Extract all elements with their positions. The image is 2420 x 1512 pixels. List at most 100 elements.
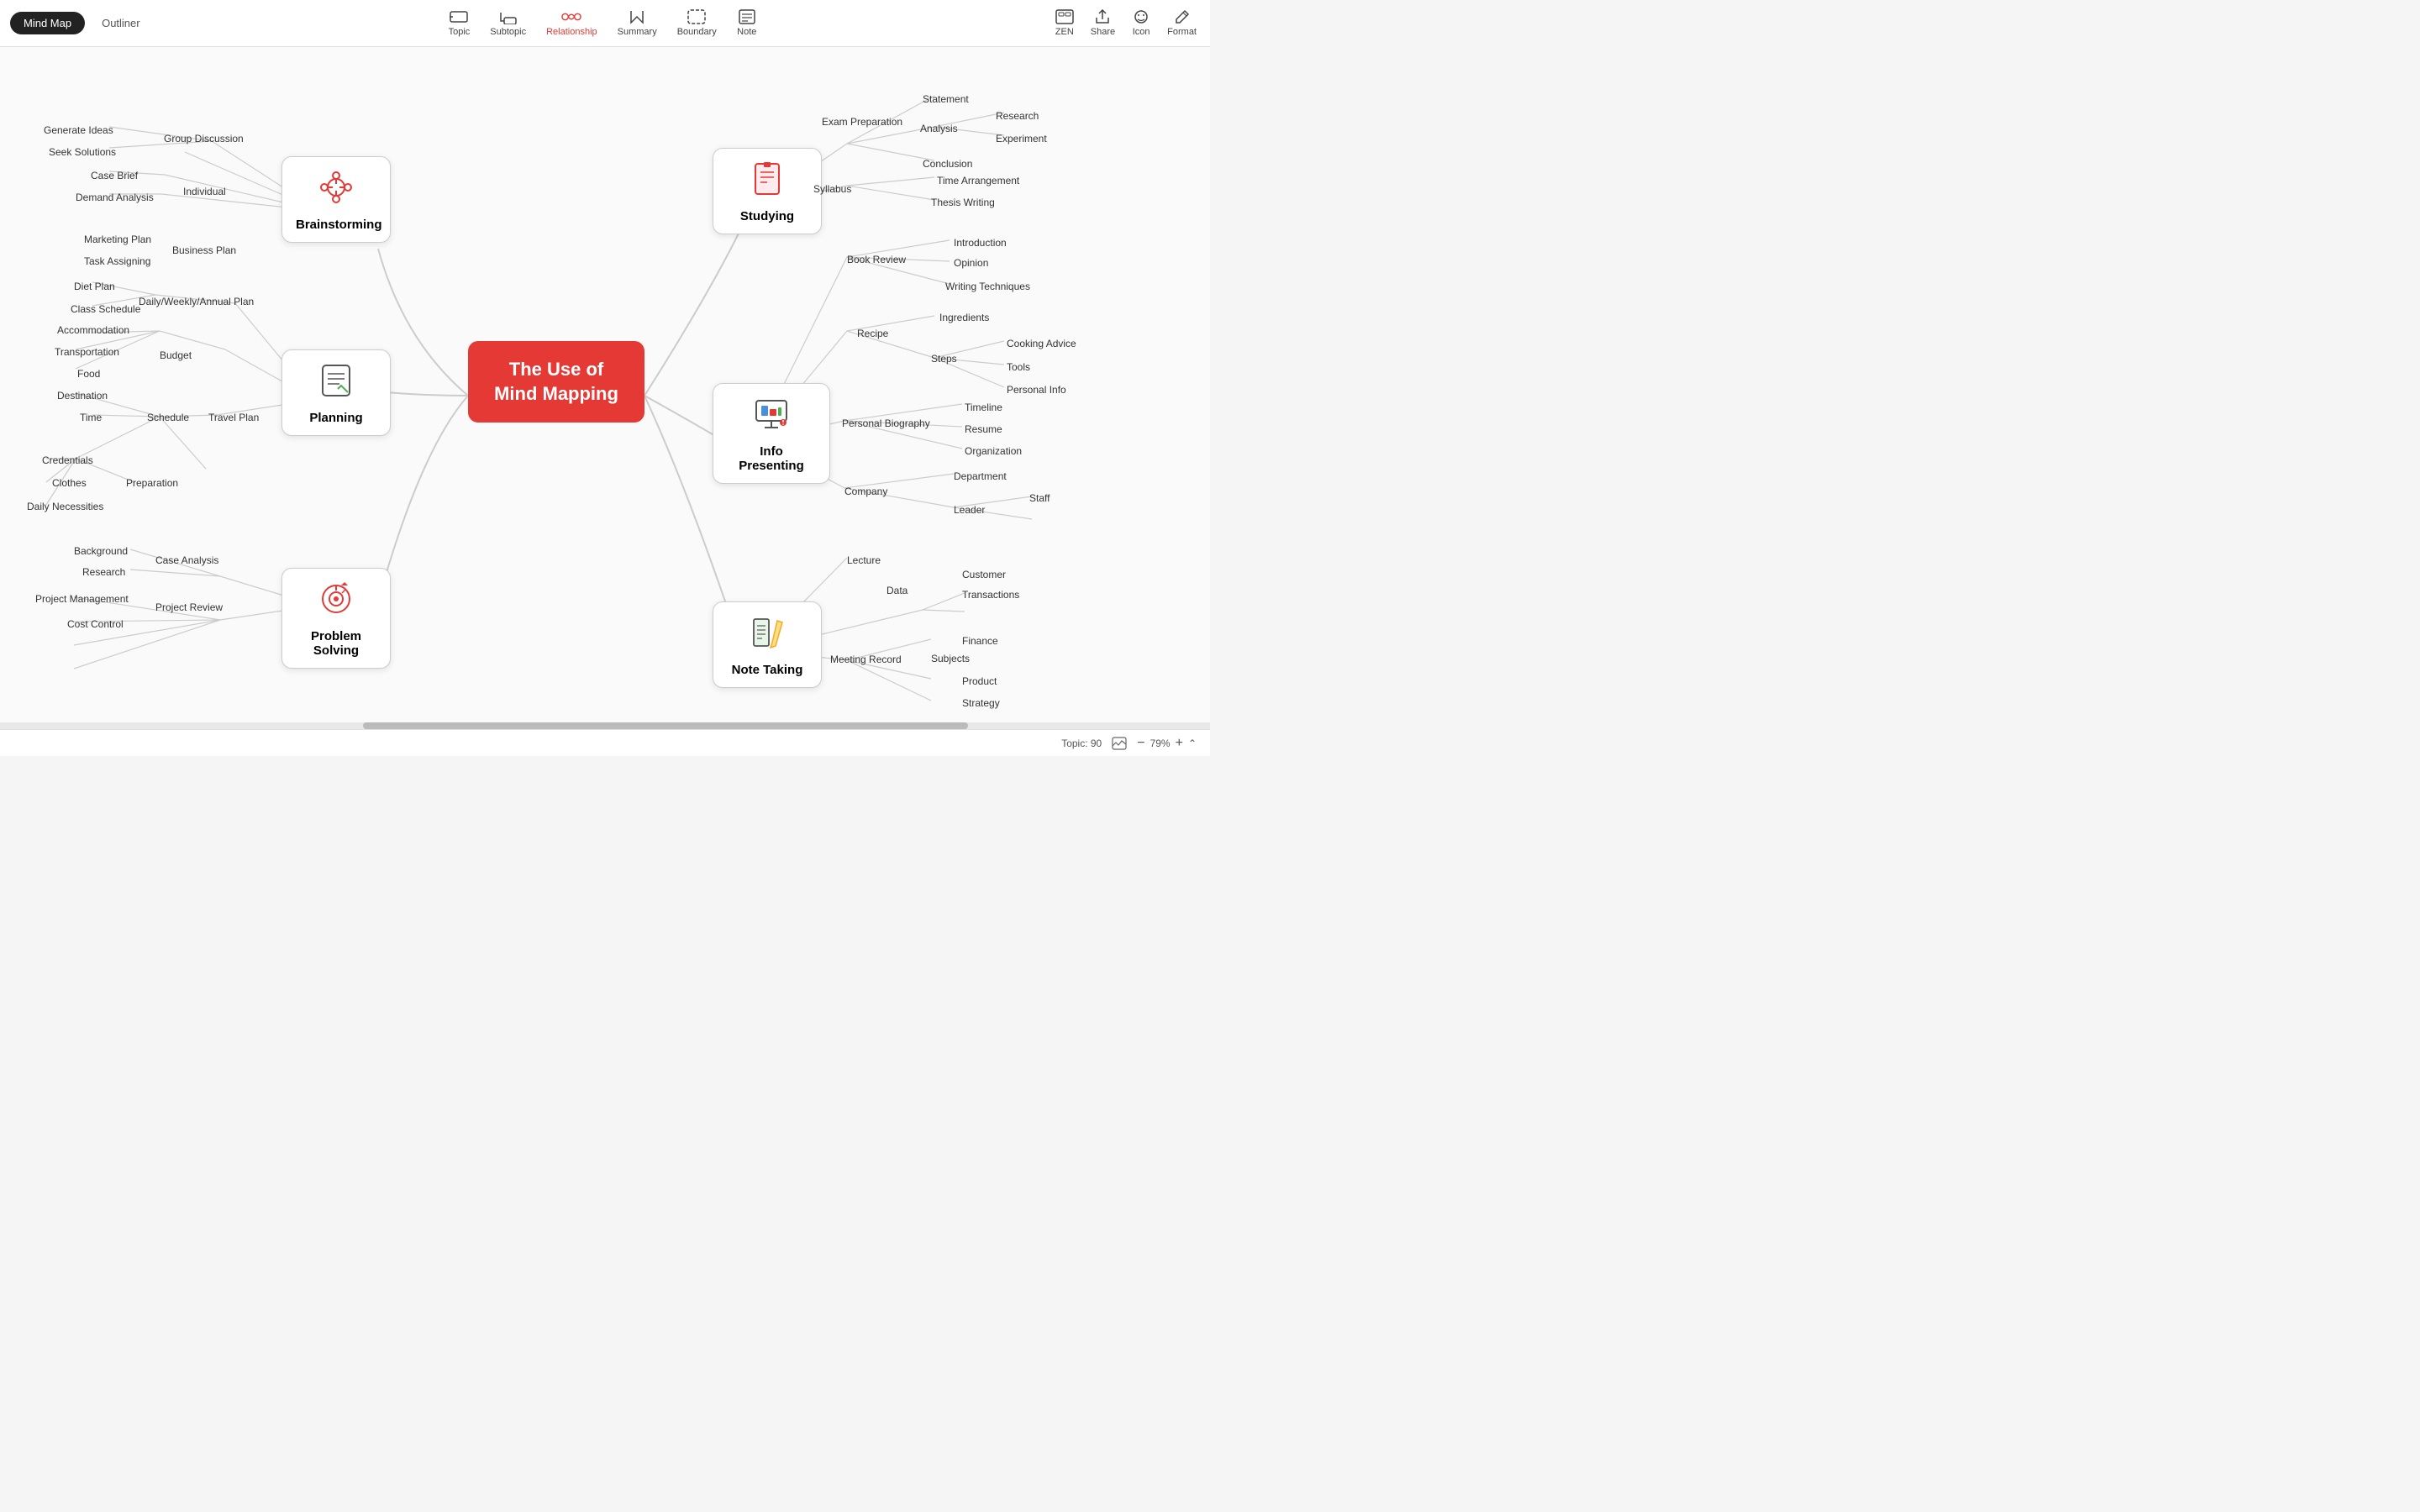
tool-note[interactable]: Note: [737, 9, 757, 37]
leaf-generate-ideas: Generate Ideas: [44, 124, 113, 136]
leaf-case-analysis: Case Analysis: [155, 554, 218, 566]
leaf-destination: Destination: [57, 390, 108, 402]
tool-summary[interactable]: Summary: [618, 9, 657, 37]
tool-zen-label: ZEN: [1055, 27, 1074, 37]
zoom-plus[interactable]: +: [1176, 736, 1183, 751]
leaf-tools: Personal Info: [1007, 384, 1066, 396]
mid-organization: Company: [844, 486, 887, 497]
leaf-transportation: Transportation: [55, 346, 119, 358]
leaf-class-schedule: Class Schedule: [71, 303, 140, 315]
leaf-resume: Organization: [965, 445, 1022, 457]
tool-note-label: Note: [737, 27, 756, 37]
mid-subjects: Subjects: [931, 653, 970, 664]
mid-book-review: Book Review: [847, 254, 906, 265]
leaf-accommodation: Accommodation: [57, 324, 129, 336]
view-tabs: Mind Map Outliner: [0, 12, 164, 34]
leaf-travel-plan: Travel Plan: [208, 412, 259, 423]
branch-info-presenting[interactable]: Info Presenting: [713, 383, 830, 484]
topic-count: Topic: 90: [1061, 738, 1102, 749]
subtopic-icon: [498, 9, 518, 24]
leaf-clothes: Clothes: [52, 477, 87, 489]
branch-note-taking-label: Note Taking: [727, 663, 808, 677]
branch-note-taking[interactable]: Note Taking: [713, 601, 822, 688]
scrollbar-thumb[interactable]: [363, 722, 968, 729]
branch-brainstorming-label: Brainstorming: [296, 218, 376, 232]
zoom-controls: − 79% + ⌃: [1137, 736, 1197, 751]
note-icon: [737, 9, 757, 24]
leaf-cooking-advice: Tools: [1007, 361, 1030, 373]
branch-brainstorming[interactable]: Brainstorming: [281, 156, 391, 243]
tool-zen[interactable]: ZEN: [1055, 9, 1074, 37]
leaf-writing-techniques: Writing Techniques: [945, 281, 1030, 292]
topic-icon: [449, 9, 469, 24]
leaf-syllabus: Time Arrangement: [937, 175, 1019, 186]
tool-share[interactable]: Share: [1091, 9, 1115, 37]
leaf-conclusion: Conclusion: [923, 158, 972, 170]
mid-personal-info: Personal Biography: [842, 417, 930, 429]
zoom-arrow[interactable]: ⌃: [1188, 738, 1197, 749]
canvas[interactable]: The Use of Mind Mapping Brainstorming: [0, 47, 1210, 729]
branch-info-presenting-label: Info Presenting: [727, 444, 816, 473]
tool-boundary[interactable]: Boundary: [677, 9, 717, 37]
note-taking-icon: [727, 612, 808, 659]
summary-icon: [627, 9, 647, 24]
leaf-thesis-writing: Exam Preparation: [822, 116, 902, 128]
leaf-seek-solutions: Seek Solutions: [49, 146, 116, 158]
tool-summary-label: Summary: [618, 27, 657, 37]
leaf-individual: Individual: [183, 186, 226, 197]
tool-format[interactable]: Format: [1167, 9, 1197, 37]
branch-studying[interactable]: Studying: [713, 148, 822, 234]
leaf-preparation: Preparation: [126, 477, 178, 489]
leaf-ingredients: Ingredients: [939, 312, 989, 323]
leaf-product: Product: [962, 675, 997, 687]
central-node[interactable]: The Use of Mind Mapping: [468, 341, 644, 423]
map-icon: [1112, 737, 1127, 750]
leaf-food: Food: [77, 368, 100, 380]
leaf-leader: Staff: [1029, 492, 1050, 504]
leaf-personal-biography: Timeline: [965, 402, 1002, 413]
leaf-analysis: Analysis: [920, 123, 958, 134]
branch-problem-solving[interactable]: Problem Solving: [281, 568, 391, 669]
mid-meeting-record: Meeting Record: [830, 654, 902, 665]
tool-topic[interactable]: Topic: [449, 9, 471, 37]
mid-department: Leader: [954, 504, 985, 516]
tool-icon[interactable]: Icon: [1132, 9, 1150, 37]
leaf-business-plan: Business Plan: [172, 244, 236, 256]
leaf-time: Time: [80, 412, 102, 423]
tool-share-label: Share: [1091, 27, 1115, 37]
leaf-daily-necessities: Daily Necessities: [27, 501, 103, 512]
leaf-strategy: Strategy: [962, 697, 1000, 709]
relationship-icon: [561, 9, 581, 24]
tab-mindmap[interactable]: Mind Map: [10, 12, 85, 34]
topbar: Mind Map Outliner Topic Subtopic Relatio…: [0, 0, 1210, 47]
tool-subtopic-label: Subtopic: [490, 27, 526, 37]
branch-planning[interactable]: Planning: [281, 349, 391, 436]
leaf-lecture: Lecture: [847, 554, 881, 566]
boundary-icon: [687, 9, 707, 24]
leaf-statement: Statement: [923, 93, 969, 105]
horizontal-scrollbar[interactable]: [0, 722, 1210, 729]
toolbar: Topic Subtopic Relationship Summary: [164, 9, 1042, 37]
tool-format-label: Format: [1167, 27, 1197, 37]
leaf-project-management: Project Management: [35, 593, 129, 605]
leaf-schedule: Schedule: [147, 412, 189, 423]
leaf-transactions: Transactions: [962, 589, 1019, 601]
leaf-diet-plan: Diet Plan: [74, 281, 115, 292]
tool-subtopic[interactable]: Subtopic: [490, 9, 526, 37]
tool-relationship[interactable]: Relationship: [546, 9, 597, 37]
leaf-finance: Finance: [962, 635, 998, 647]
tool-icon-label: Icon: [1133, 27, 1150, 37]
bottombar: Topic: 90 − 79% + ⌃: [0, 729, 1210, 756]
leaf-exam-preparation: Syllabus: [813, 183, 851, 195]
tool-relationship-label: Relationship: [546, 27, 597, 37]
leaf-introduction: Introduction: [954, 237, 1007, 249]
zoom-level: 79%: [1150, 738, 1171, 749]
leaf-daily-weekly: Daily/Weekly/Annual Plan: [139, 296, 254, 307]
zoom-minus[interactable]: −: [1137, 736, 1144, 751]
leaf-research: Research: [82, 566, 125, 578]
branch-studying-label: Studying: [727, 209, 808, 223]
problem-solving-icon: [296, 579, 376, 626]
leaf-experiment: Experiment: [996, 133, 1047, 144]
tab-outliner[interactable]: Outliner: [88, 12, 154, 34]
leaf-case-brief: Case Brief: [91, 170, 138, 181]
